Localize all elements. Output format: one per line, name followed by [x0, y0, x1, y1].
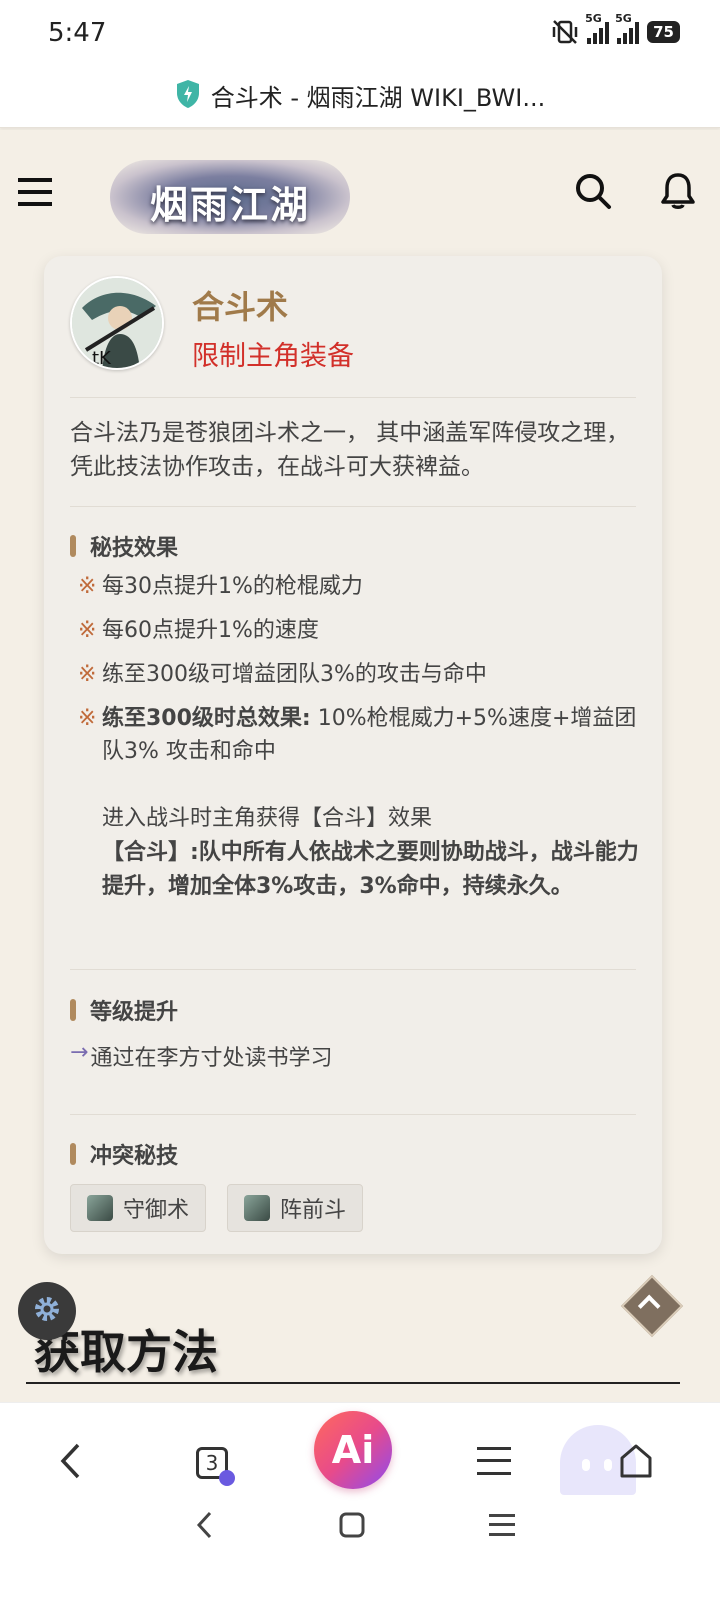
skill-thumb-icon	[244, 1195, 270, 1221]
heji-effect-text: 【合斗】:队中所有人依战术之要则协助战斗，战斗能力提升，增加全体3%攻击，3%命…	[102, 840, 639, 899]
url-bar[interactable]: 合斗术 - 烟雨江湖 WIKI_BWI...	[0, 64, 720, 128]
menu-button[interactable]	[454, 1423, 534, 1503]
network-label-2: 5G	[615, 12, 632, 25]
skill-restriction: 限制主角装备	[192, 341, 354, 372]
heading-bar	[70, 535, 76, 557]
conflict-heading-label: 冲突秘技	[90, 1144, 179, 1169]
effects-heading: 秘技效果	[70, 530, 178, 562]
effect-mark: ※	[78, 618, 97, 643]
effect-text: 每60点提升1%的速度	[102, 618, 319, 643]
logo-text: 烟雨江湖	[149, 182, 310, 227]
signal-icon-1: 5G	[585, 12, 610, 44]
arrow-icon: →	[70, 1040, 89, 1065]
system-home-icon	[339, 1512, 365, 1542]
network-label-1: 5G	[585, 12, 602, 25]
tabs-button[interactable]: 3	[172, 1423, 252, 1503]
chevron-up-icon	[637, 1294, 661, 1318]
conflict-heading: 冲突秘技	[70, 1138, 178, 1170]
effect-item: ※ 每60点提升1%的速度	[78, 614, 638, 647]
divider	[70, 397, 636, 398]
effect-mark: ※	[78, 574, 97, 599]
back-arrow-icon	[58, 1442, 82, 1484]
list-menu-icon	[477, 1446, 511, 1480]
skill-avatar: tK	[70, 276, 164, 370]
tabs-count-label: 3	[205, 1451, 219, 1475]
heading-bar	[70, 999, 76, 1021]
conflict-skill-chip[interactable]: 守御术	[70, 1184, 207, 1232]
conflict-skill-label: 阵前斗	[280, 1198, 347, 1223]
vibrate-mute-icon	[551, 18, 579, 46]
status-icons: 5G 5G 75	[551, 12, 680, 46]
status-bar: 5:47 5G 5G 75	[0, 0, 720, 64]
ai-assistant-button[interactable]: Ai	[314, 1411, 392, 1489]
effect-text: 每30点提升1%的枪棍威力	[102, 574, 363, 599]
divider	[70, 1114, 636, 1115]
heji-effect: 【合斗】:队中所有人依战术之要则协助战斗，战斗能力提升，增加全体3%攻击，3%命…	[102, 836, 642, 904]
level-heading-label: 等级提升	[90, 1000, 179, 1025]
effect-text: 练至300级可增益团队3%的攻击与命中	[102, 662, 487, 687]
divider	[70, 969, 636, 970]
site-header	[0, 130, 720, 258]
home-icon	[618, 1443, 654, 1483]
skill-title: 合斗术	[192, 288, 289, 326]
battle-note: 进入战斗时主角获得【合斗】效果	[102, 806, 433, 831]
conflict-skill-label: 守御术	[123, 1198, 190, 1223]
skill-card: tK 合斗术 限制主角装备 合斗法乃是苍狼团斗术之一， 其中涵盖军阵侵攻之理，凭…	[44, 256, 662, 1254]
back-to-top-button[interactable]	[620, 1274, 684, 1338]
divider	[70, 506, 636, 507]
back-button[interactable]	[30, 1423, 110, 1503]
system-recents-button[interactable]	[472, 1507, 532, 1547]
gear-icon	[29, 1291, 65, 1331]
skill-description: 合斗法乃是苍狼团斗术之一， 其中涵盖军阵侵攻之理，凭此技法协作攻击，在战斗可大获…	[70, 420, 630, 480]
tabs-badge-icon	[219, 1470, 235, 1486]
status-time: 5:47	[48, 18, 107, 48]
total-effect-label: 练至300级时总效果:	[102, 706, 311, 731]
effect-mark: ※	[78, 706, 97, 731]
browser-nav: 3 Ai	[0, 1402, 720, 1600]
system-home-button[interactable]	[322, 1507, 382, 1547]
effect-item: ※ 练至300级可增益团队3%的攻击与命中	[78, 658, 638, 691]
home-button[interactable]	[596, 1423, 676, 1503]
system-back-icon	[195, 1511, 213, 1543]
total-effect-text: 练至300级时总效果: 10%枪棍威力+5%速度+增益团队3% 攻击和命中	[102, 702, 638, 768]
battery-indicator: 75	[647, 21, 680, 43]
tabs-count: 3	[196, 1447, 235, 1486]
effect-item: ※ 每30点提升1%的枪棍威力	[78, 570, 638, 603]
heading-bar	[70, 1143, 76, 1165]
heading-underline	[26, 1382, 680, 1384]
site-logo[interactable]: 烟雨江湖	[110, 160, 350, 234]
system-back-button[interactable]	[174, 1507, 234, 1547]
settings-button[interactable]	[18, 1282, 76, 1340]
search-icon[interactable]	[574, 172, 612, 214]
effects-heading-label: 秘技效果	[90, 536, 179, 561]
level-method-text: 通过在李方寸处读书学习	[90, 1046, 333, 1071]
conflict-skill-chip[interactable]: 阵前斗	[227, 1184, 364, 1232]
skill-thumb-icon	[87, 1195, 113, 1221]
page-title: 合斗术 - 烟雨江湖 WIKI_BWI...	[210, 84, 546, 112]
level-method: → 通过在李方寸处读书学习	[70, 1040, 332, 1072]
effect-mark: ※	[78, 662, 97, 687]
bell-icon[interactable]	[660, 172, 696, 214]
effect-total: ※ 练至300级时总效果: 10%枪棍威力+5%速度+增益团队3% 攻击和命中	[78, 702, 638, 768]
level-heading: 等级提升	[70, 994, 178, 1026]
menu-icon[interactable]	[18, 178, 52, 210]
system-recents-icon	[489, 1513, 515, 1541]
signal-icon-2: 5G	[615, 12, 640, 44]
shield-icon	[175, 79, 201, 113]
avatar-caption: tK	[92, 348, 112, 369]
